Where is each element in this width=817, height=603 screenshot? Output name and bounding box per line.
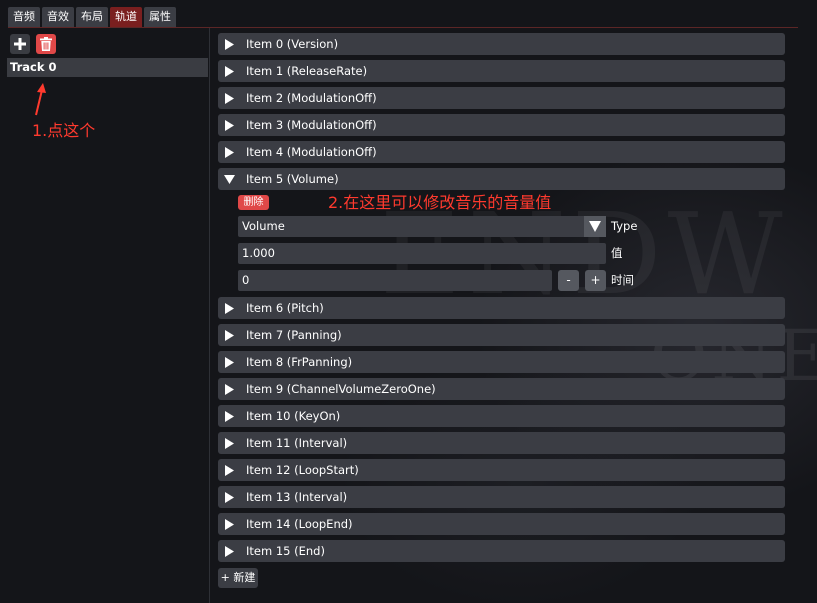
caret-right-icon (225, 519, 234, 530)
item-label: Item 5 (Volume) (246, 172, 339, 186)
item-label: Item 3 (ModulationOff) (246, 118, 377, 132)
item-row[interactable]: Item 9 (ChannelVolumeZeroOne) (218, 378, 785, 400)
annotation-step1: 1.点这个 (32, 121, 96, 140)
trash-icon (40, 37, 52, 51)
type-dropdown[interactable]: Volume (238, 216, 606, 237)
caret-down-icon (224, 175, 235, 184)
top-tab-bar: 音频 音效 布局 轨道 属性 (8, 7, 176, 27)
type-label: Type (611, 219, 638, 233)
caret-right-icon (225, 93, 234, 104)
annotation-arrow-icon (35, 83, 46, 116)
add-track-button[interactable] (10, 34, 30, 54)
increment-button[interactable]: + (585, 270, 606, 291)
item-label: Item 13 (Interval) (246, 490, 348, 504)
item-row[interactable]: Item 14 (LoopEnd) (218, 513, 785, 535)
item-row[interactable]: Item 3 (ModulationOff) (218, 114, 785, 136)
caret-right-icon (225, 546, 234, 557)
item-row[interactable]: Item 10 (KeyOn) (218, 405, 785, 427)
tab-tracks[interactable]: 轨道 (110, 7, 142, 27)
item-label: Item 14 (LoopEnd) (246, 517, 353, 531)
caret-right-icon (225, 357, 234, 368)
panel-divider (209, 28, 210, 603)
caret-right-icon (225, 438, 234, 449)
caret-right-icon (225, 66, 234, 77)
caret-right-icon (225, 330, 234, 341)
decrement-button[interactable]: - (558, 270, 579, 291)
item-row[interactable]: Item 5 (Volume) (218, 168, 785, 190)
delete-track-button[interactable] (36, 34, 56, 54)
time-input[interactable]: 0 (238, 270, 552, 291)
caret-right-icon (225, 120, 234, 131)
tab-audio[interactable]: 音频 (8, 7, 40, 27)
item-label: Item 0 (Version) (246, 37, 339, 51)
item-row[interactable]: Item 4 (ModulationOff) (218, 141, 785, 163)
value-label: 值 (611, 246, 623, 260)
item-label: Item 10 (KeyOn) (246, 409, 341, 423)
item-label: Item 11 (Interval) (246, 436, 348, 450)
item-label: Item 6 (Pitch) (246, 301, 324, 315)
annotation-step2: 2.在这里可以修改音乐的音量值 (328, 193, 552, 212)
item-label: Item 2 (ModulationOff) (246, 91, 377, 105)
time-label: 时间 (611, 273, 634, 287)
item-label: Item 4 (ModulationOff) (246, 145, 377, 159)
item-label: Item 12 (LoopStart) (246, 463, 359, 477)
item-label: Item 7 (Panning) (246, 328, 342, 342)
item-row[interactable]: Item 13 (Interval) (218, 486, 785, 508)
item-label: Item 1 (ReleaseRate) (246, 64, 368, 78)
caret-right-icon (225, 465, 234, 476)
chevron-down-icon (589, 221, 601, 232)
item-row[interactable]: Item 7 (Panning) (218, 324, 785, 346)
caret-right-icon (225, 411, 234, 422)
item-label: Item 15 (End) (246, 544, 325, 558)
delete-item-button[interactable]: 删除 (238, 195, 269, 210)
caret-right-icon (225, 147, 234, 158)
item-row[interactable]: Item 12 (LoopStart) (218, 459, 785, 481)
item-row[interactable]: Item 15 (End) (218, 540, 785, 562)
dropdown-toggle[interactable] (584, 216, 606, 237)
item-label: Item 8 (FrPanning) (246, 355, 353, 369)
value-input[interactable]: 1.000 (238, 243, 606, 264)
caret-right-icon (225, 303, 234, 314)
tab-underline (8, 27, 798, 28)
tab-properties[interactable]: 属性 (144, 7, 176, 27)
plus-icon (14, 38, 26, 50)
item-label: Item 9 (ChannelVolumeZeroOne) (246, 382, 436, 396)
track-list-item[interactable]: Track 0 (7, 58, 208, 77)
tab-sound-effects[interactable]: 音效 (42, 7, 74, 27)
item-row[interactable]: Item 8 (FrPanning) (218, 351, 785, 373)
item-row[interactable]: Item 6 (Pitch) (218, 297, 785, 319)
item-row[interactable]: Item 0 (Version) (218, 33, 785, 55)
tab-layout[interactable]: 布局 (76, 7, 108, 27)
item-row[interactable]: Item 11 (Interval) (218, 432, 785, 454)
item-row[interactable]: Item 2 (ModulationOff) (218, 87, 785, 109)
caret-right-icon (225, 384, 234, 395)
caret-right-icon (225, 492, 234, 503)
item-row[interactable]: Item 1 (ReleaseRate) (218, 60, 785, 82)
caret-right-icon (225, 39, 234, 50)
new-item-button[interactable]: + 新建 (218, 568, 258, 588)
